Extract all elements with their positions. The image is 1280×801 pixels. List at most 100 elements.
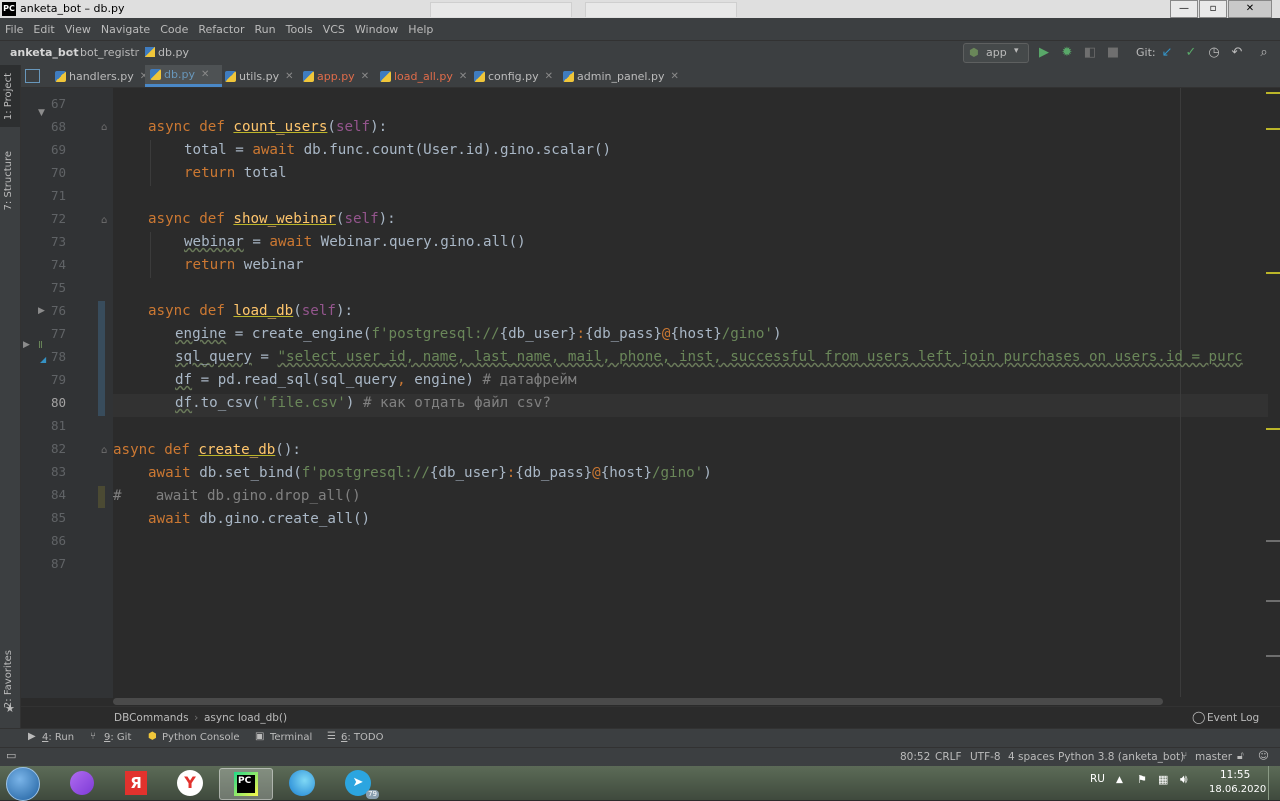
clock-date[interactable]: 18.06.2020	[1209, 784, 1266, 795]
menu-run[interactable]: Run	[250, 23, 281, 36]
stop-icon[interactable]: ■	[1105, 45, 1121, 61]
warning-stripe[interactable]	[1266, 92, 1280, 94]
close-tab-icon[interactable]: ✕	[459, 71, 467, 82]
start-orb-icon[interactable]	[6, 767, 40, 801]
git-commit-icon[interactable]: ✓	[1183, 45, 1199, 61]
run-icon[interactable]: ▶	[1036, 45, 1052, 61]
telegram-taskbar-icon[interactable]: ➤ 79	[332, 768, 384, 799]
python-file-icon	[563, 70, 574, 82]
warning-stripe[interactable]	[1266, 272, 1280, 274]
fold-icon[interactable]: ⌂	[101, 122, 107, 133]
menu-view[interactable]: View	[60, 23, 96, 36]
show-all-tabs-icon[interactable]	[25, 69, 40, 83]
tab-utils[interactable]: utils.py ✕	[225, 65, 294, 87]
run-gutter-icon[interactable]: ▶	[23, 340, 30, 350]
line-number: 83	[50, 464, 66, 479]
terminal-button[interactable]: Terminal	[270, 732, 312, 743]
code-line-68: async def count_users(self):	[148, 119, 388, 135]
warning-stripe[interactable]	[1266, 128, 1280, 130]
vcs-change-marker[interactable]	[98, 486, 105, 508]
menu-window[interactable]: Window	[350, 23, 403, 36]
edge-taskbar-icon[interactable]	[276, 768, 328, 798]
todo-button[interactable]: 6: TODO	[341, 732, 383, 743]
menu-refactor[interactable]: Refactor	[193, 23, 249, 36]
breadcrumb-project[interactable]: anketa_bot	[10, 46, 79, 59]
warning-stripe[interactable]	[1266, 428, 1280, 430]
yandex-browser-taskbar-icon[interactable]: Y	[164, 768, 216, 798]
fold-icon[interactable]: ⌂	[101, 445, 107, 456]
caret-position[interactable]: 80:52	[900, 751, 930, 763]
indent-setting[interactable]: 4 spaces	[1008, 751, 1054, 763]
fold-icon[interactable]: ⌂	[101, 215, 107, 226]
event-log-button[interactable]: Event Log	[1207, 712, 1259, 724]
debug-icon[interactable]: ✹	[1059, 45, 1075, 61]
horizontal-scrollbar[interactable]	[113, 697, 1268, 706]
close-tab-icon[interactable]: ✕	[545, 71, 553, 82]
vcs-change-marker[interactable]	[98, 301, 105, 416]
maximize-icon[interactable]: ▫	[1199, 0, 1227, 18]
vcs-stripe[interactable]	[1266, 655, 1280, 657]
tab-handlers[interactable]: handlers.py ✕	[55, 65, 148, 87]
menu-tools[interactable]: Tools	[281, 23, 318, 36]
project-tool-button[interactable]: 1: Project	[3, 73, 14, 120]
minimize-icon[interactable]: —	[1170, 0, 1198, 18]
close-tab-icon[interactable]: ✕	[361, 71, 369, 82]
menu-file[interactable]: File	[0, 23, 28, 36]
toggle-tool-windows-icon[interactable]: ▭	[6, 749, 16, 762]
breadcrumb-folder[interactable]: bot_registr	[80, 46, 139, 59]
structure-tool-button[interactable]: 7: Structure	[3, 151, 14, 210]
history-icon[interactable]: ◷	[1206, 45, 1222, 61]
git-update-icon[interactable]: ↙	[1159, 45, 1175, 61]
close-icon[interactable]: ✕	[1228, 0, 1272, 18]
run-gutter-icon[interactable]: ▶	[38, 306, 45, 316]
breadcrumb-class[interactable]: DBCommands	[114, 712, 189, 724]
run-tool-button[interactable]: 4: Run	[42, 732, 74, 743]
event-log-icon[interactable]: ◯	[1192, 710, 1205, 724]
alice-taskbar-icon[interactable]	[56, 768, 108, 798]
line-number: 85	[50, 510, 66, 525]
vcs-stripe[interactable]	[1266, 600, 1280, 602]
file-encoding[interactable]: UTF-8	[970, 751, 1001, 763]
close-tab-icon[interactable]: ✕	[670, 71, 678, 82]
pycharm-taskbar-icon[interactable]: PC	[219, 768, 273, 800]
tab-config[interactable]: config.py ✕	[474, 65, 553, 87]
menu-edit[interactable]: Edit	[28, 23, 59, 36]
menu-code[interactable]: Code	[155, 23, 193, 36]
inspector-icon[interactable]: ☺	[1258, 750, 1269, 762]
breadcrumb-method[interactable]: async load_db()	[204, 712, 287, 724]
tab-app[interactable]: app.py ✕	[303, 65, 369, 87]
menu-vcs[interactable]: VCS	[318, 23, 350, 36]
menu-navigate[interactable]: Navigate	[96, 23, 155, 36]
line-separator[interactable]: CRLF	[935, 751, 962, 763]
python-interpreter[interactable]: Python 3.8 (anketa_bot)	[1058, 751, 1184, 763]
language-indicator[interactable]: RU	[1090, 773, 1105, 785]
run-configuration-select[interactable]: ⬢ app ▾	[963, 43, 1029, 63]
favorites-tool-button[interactable]: 2: Favorites	[3, 650, 14, 708]
title-bar: PC anketa_bot – db.py — ▫ ✕	[0, 0, 1280, 18]
network-icon[interactable]: ▦	[1158, 773, 1168, 786]
volume-icon[interactable]: 🔊︎	[1180, 772, 1188, 787]
menu-help[interactable]: Help	[403, 23, 438, 36]
coverage-icon[interactable]: ◧	[1082, 45, 1098, 61]
tab-admin-panel[interactable]: admin_panel.py ✕	[563, 65, 679, 87]
vcs-stripe[interactable]	[1266, 540, 1280, 542]
action-center-icon[interactable]: ⚑	[1137, 773, 1147, 786]
lock-icon[interactable]: 🔓︎	[1237, 750, 1244, 763]
scrollbar-thumb[interactable]	[113, 698, 1163, 705]
tab-load-all[interactable]: load_all.py ✕	[380, 65, 467, 87]
git-tool-button[interactable]: 9: Git	[104, 732, 131, 743]
breadcrumb-file[interactable]: db.py	[158, 46, 189, 59]
search-icon[interactable]: ⌕	[1256, 45, 1272, 61]
rollback-icon[interactable]: ↶	[1229, 45, 1245, 61]
fold-arrow-icon[interactable]: ▼	[38, 108, 45, 118]
show-desktop-button[interactable]	[1268, 766, 1280, 800]
close-tab-icon[interactable]: ✕	[285, 71, 293, 82]
tab-db[interactable]: db.py ✕	[145, 65, 222, 87]
show-hidden-icons-icon[interactable]: ▲	[1116, 775, 1123, 785]
close-tab-icon[interactable]: ✕	[201, 69, 209, 80]
yandex-taskbar-icon[interactable]: Я	[110, 768, 162, 798]
python-file-icon	[225, 70, 236, 82]
git-branch[interactable]: master	[1195, 751, 1232, 763]
clock-time[interactable]: 11:55	[1220, 769, 1250, 781]
python-console-button[interactable]: Python Console	[162, 732, 240, 743]
